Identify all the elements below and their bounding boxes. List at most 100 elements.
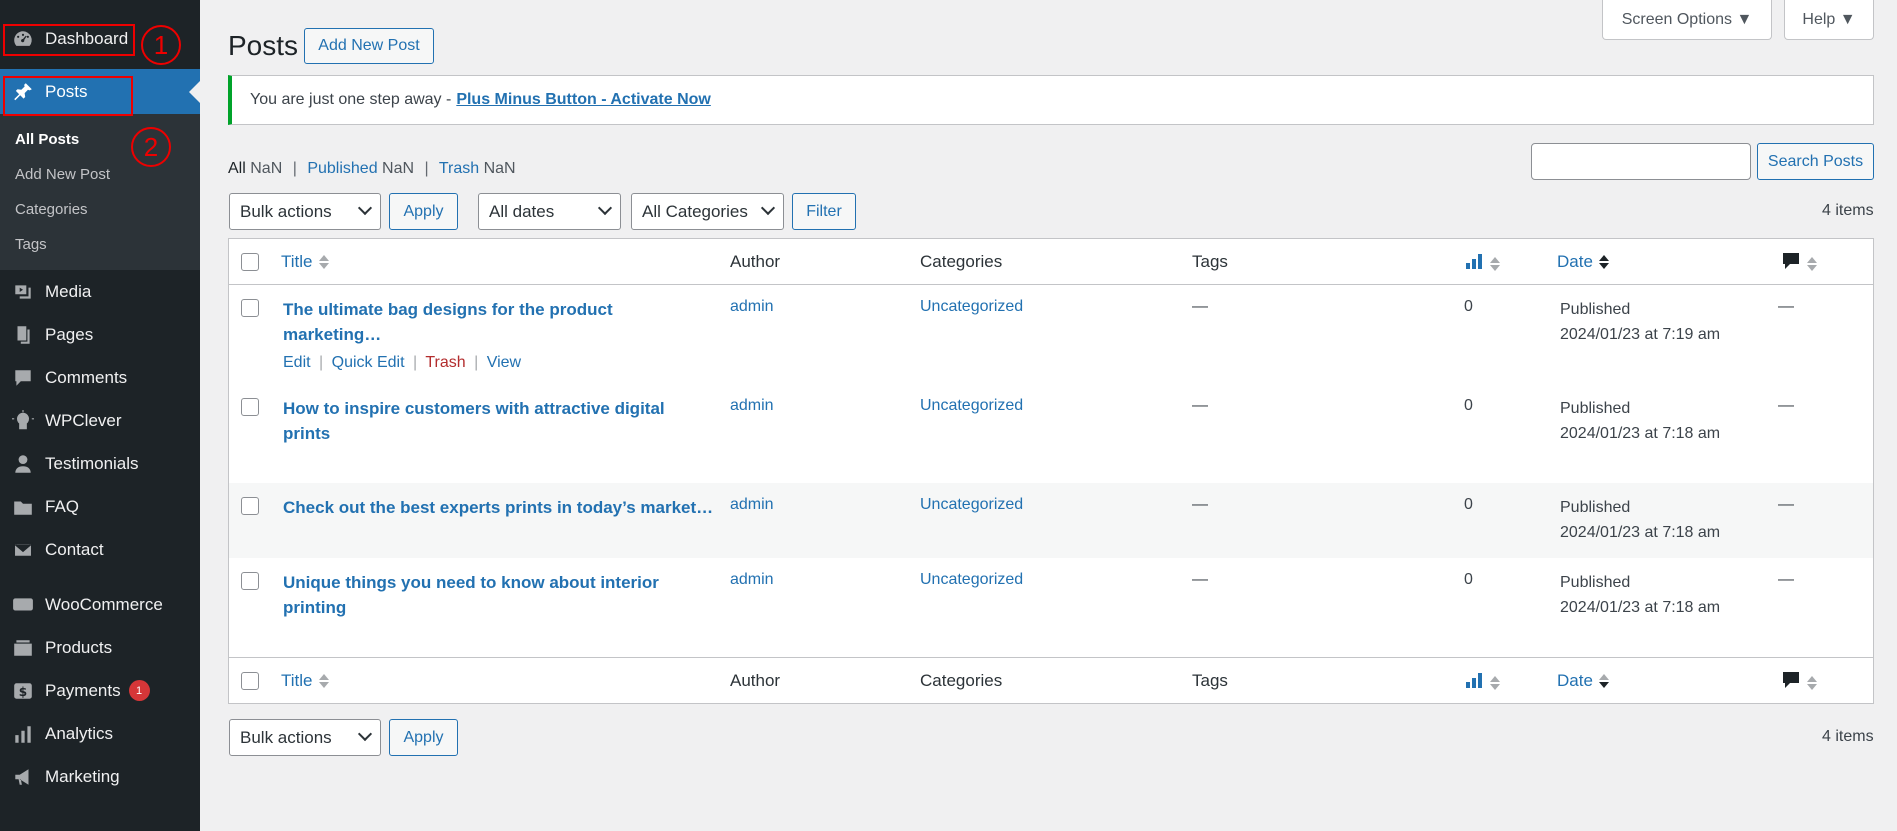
- filter-published[interactable]: Published: [307, 160, 377, 177]
- post-title-link[interactable]: Unique things you need to know about int…: [283, 570, 683, 620]
- categories-select[interactable]: All Categories: [631, 193, 784, 230]
- submenu-add-new-post[interactable]: Add New Post: [0, 157, 200, 192]
- column-views[interactable]: [1464, 251, 1500, 276]
- row-action-separator: |: [413, 354, 418, 371]
- sidebar-item-marketing[interactable]: Marketing: [0, 755, 200, 798]
- bulk-actions-select[interactable]: Bulk actions: [229, 193, 381, 230]
- dates-select[interactable]: All dates: [478, 193, 621, 230]
- bulk-actions-select-bottom[interactable]: Bulk actions: [229, 719, 381, 756]
- posts-submenu: All Posts Add New Post Categories Tags: [0, 114, 200, 270]
- tags-value: —: [1192, 496, 1208, 513]
- category-link[interactable]: Uncategorized: [920, 397, 1023, 415]
- sort-icon: [1598, 255, 1609, 269]
- column-title-label[interactable]: Title: [281, 252, 313, 272]
- comment-bubble-icon: [1781, 251, 1801, 276]
- notice-text: You are just one step away -: [250, 91, 452, 108]
- column-title[interactable]: Title: [281, 252, 329, 272]
- sidebar-item-analytics[interactable]: Analytics: [0, 712, 200, 755]
- column-title[interactable]: Title: [281, 671, 329, 691]
- table-row: How to inspire customers with attractive…: [229, 384, 1873, 483]
- edit-link[interactable]: Edit: [283, 354, 311, 371]
- comments-icon: [10, 365, 36, 391]
- post-title-link[interactable]: Check out the best experts prints in tod…: [283, 495, 723, 520]
- sidebar-item-woocommerce[interactable]: WooCommerce: [0, 583, 200, 626]
- filter-trash[interactable]: Trash: [439, 160, 479, 177]
- date-value: Published 2024/01/23 at 7:19 am: [1560, 297, 1720, 347]
- submenu-categories[interactable]: Categories: [0, 192, 200, 227]
- row-checkbox[interactable]: [241, 299, 259, 317]
- sort-icon: [318, 674, 329, 688]
- column-date[interactable]: Date: [1557, 671, 1609, 691]
- add-new-post-button[interactable]: Add New Post: [304, 28, 434, 64]
- chevron-down-icon: [357, 726, 373, 742]
- quick-edit-link[interactable]: Quick Edit: [332, 354, 405, 371]
- sidebar-item-faq[interactable]: FAQ: [0, 485, 200, 528]
- row-checkbox[interactable]: [241, 497, 259, 515]
- row-checkbox[interactable]: [241, 572, 259, 590]
- column-comments[interactable]: [1781, 670, 1817, 695]
- filter-all[interactable]: All: [228, 160, 246, 177]
- search-posts-button[interactable]: Search Posts: [1757, 143, 1874, 180]
- sidebar-item-testimonials[interactable]: Testimonials: [0, 442, 200, 485]
- submenu-tags[interactable]: Tags: [0, 227, 200, 262]
- sort-icon: [1598, 674, 1609, 688]
- filter-button[interactable]: Filter: [792, 193, 856, 230]
- sidebar-item-products[interactable]: Products: [0, 626, 200, 669]
- column-author: Author: [730, 671, 781, 690]
- faq-icon: [10, 494, 36, 520]
- views-value: 0: [1464, 397, 1473, 414]
- views-value: 0: [1464, 496, 1473, 513]
- sidebar-separator: [0, 571, 200, 583]
- author-link[interactable]: admin: [730, 298, 774, 316]
- column-title-label[interactable]: Title: [281, 671, 313, 691]
- row-checkbox[interactable]: [241, 398, 259, 416]
- category-link[interactable]: Uncategorized: [920, 298, 1023, 316]
- activation-notice: You are just one step away - Plus Minus …: [228, 75, 1874, 125]
- column-views[interactable]: [1464, 670, 1500, 695]
- chevron-down-icon: [760, 200, 776, 216]
- sidebar-item-label: Media: [45, 281, 92, 301]
- author-link[interactable]: admin: [730, 496, 774, 514]
- sidebar-item-wpclever[interactable]: WPClever: [0, 399, 200, 442]
- trash-link[interactable]: Trash: [425, 354, 465, 371]
- search-input[interactable]: [1531, 143, 1751, 180]
- filter-separator: |: [292, 160, 297, 177]
- post-status: Published: [1560, 400, 1631, 417]
- select-all-checkbox[interactable]: [241, 253, 259, 271]
- category-link[interactable]: Uncategorized: [920, 571, 1023, 589]
- tags-value: —: [1192, 571, 1208, 588]
- media-icon: [10, 279, 36, 305]
- apply-button-bottom[interactable]: Apply: [389, 719, 458, 756]
- author-link[interactable]: admin: [730, 397, 774, 415]
- post-title-link[interactable]: The ultimate bag designs for the product…: [283, 297, 683, 347]
- activate-link[interactable]: Plus Minus Button - Activate Now: [456, 91, 711, 109]
- page-title: Posts: [228, 30, 299, 61]
- post-status: Published: [1560, 574, 1631, 591]
- admin-sidebar: Dashboard Posts All Posts Add New Post C…: [0, 0, 200, 831]
- chevron-down-icon: [357, 200, 373, 216]
- comments-value: —: [1778, 571, 1794, 588]
- sidebar-item-contact[interactable]: Contact: [0, 528, 200, 571]
- view-link[interactable]: View: [487, 354, 521, 371]
- column-date[interactable]: Date: [1557, 252, 1609, 272]
- column-date-label[interactable]: Date: [1557, 252, 1593, 272]
- select-all-checkbox[interactable]: [241, 672, 259, 690]
- author-link[interactable]: admin: [730, 571, 774, 589]
- sidebar-item-payments[interactable]: $ Payments 1: [0, 669, 200, 712]
- views-bar-icon: [1464, 251, 1484, 276]
- sidebar-item-comments[interactable]: Comments: [0, 356, 200, 399]
- bulk-actions-value: Bulk actions: [240, 727, 332, 747]
- sidebar-item-pages[interactable]: Pages: [0, 313, 200, 356]
- apply-button[interactable]: Apply: [389, 193, 458, 230]
- screen-options-button[interactable]: Screen Options ▼: [1602, 0, 1772, 40]
- table-row: Unique things you need to know about int…: [229, 558, 1873, 657]
- dates-value: All dates: [489, 201, 555, 221]
- sidebar-item-media[interactable]: Media: [0, 270, 200, 313]
- column-date-label[interactable]: Date: [1557, 671, 1593, 691]
- sidebar-item-label: Products: [45, 637, 113, 657]
- post-title-link[interactable]: How to inspire customers with attractive…: [283, 396, 683, 446]
- category-link[interactable]: Uncategorized: [920, 496, 1023, 514]
- contact-icon: [10, 537, 36, 563]
- column-comments[interactable]: [1781, 251, 1817, 276]
- help-button[interactable]: Help ▼: [1784, 0, 1874, 40]
